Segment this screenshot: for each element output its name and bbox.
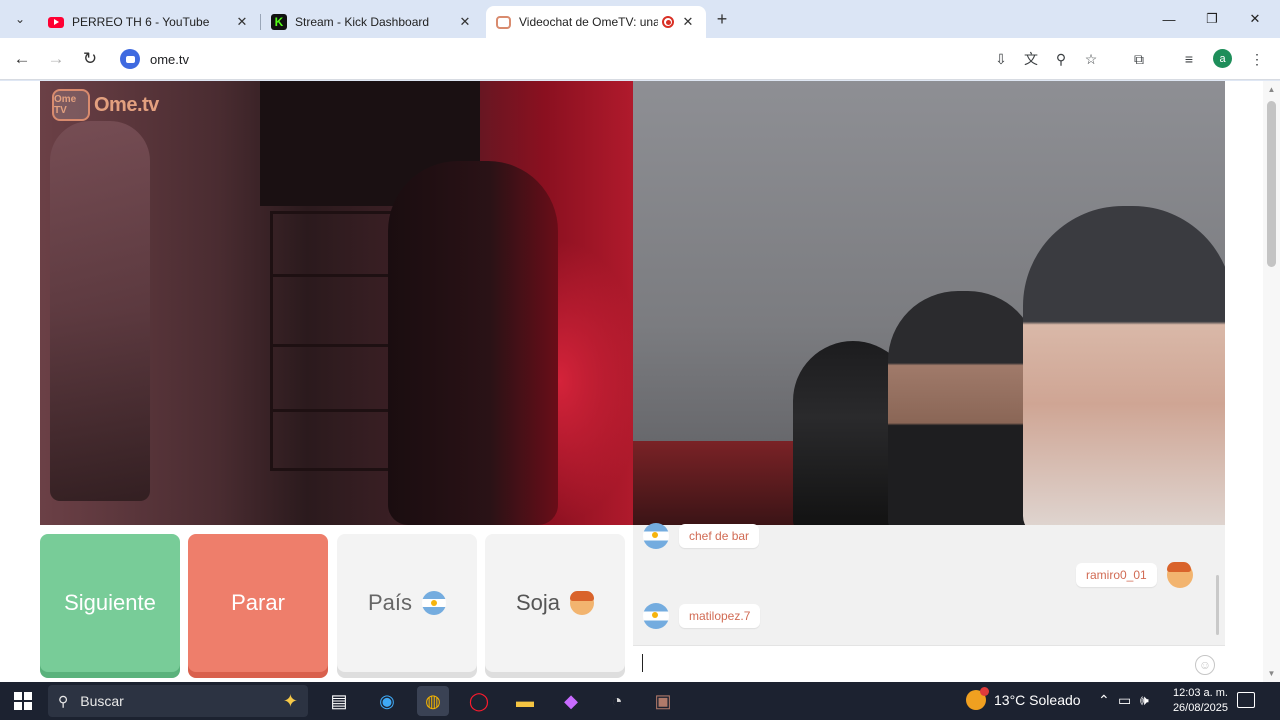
page-content: Ome TV Ome.tv Siguiente Parar País Soja … — [0, 81, 1280, 682]
country-filter-button[interactable]: País — [337, 534, 477, 672]
edge-icon[interactable]: ◉ — [371, 686, 403, 716]
chat-message: chef de bar — [643, 523, 760, 549]
bookmark-star-icon[interactable]: ☆ — [1080, 48, 1102, 70]
tab-kick[interactable]: K Stream - Kick Dashboard ✕ — [261, 6, 483, 38]
chat-message: matilopez.7 — [643, 603, 761, 629]
chrome-icon[interactable]: ◍ — [417, 686, 449, 716]
address-bar[interactable]: ome.tv — [112, 43, 972, 75]
opera-icon[interactable]: ◯ — [463, 686, 495, 716]
clock[interactable]: 12:03 a. m. 26/08/2025 — [1160, 686, 1228, 716]
chevron-up-icon[interactable]: ⌃ — [1098, 692, 1110, 709]
site-info-icon[interactable] — [120, 49, 140, 69]
network-icon[interactable]: ▭ — [1118, 692, 1131, 709]
file-explorer-icon[interactable]: ▬ — [509, 686, 541, 716]
new-tab-icon[interactable]: + — [712, 9, 732, 29]
video-scene — [888, 291, 1038, 525]
chat-username: matilopez.7 — [679, 604, 761, 628]
minimize-icon[interactable]: — — [1154, 8, 1184, 30]
weather-text: 13°C Soleado — [994, 692, 1081, 708]
boy-emoji-icon — [1166, 562, 1193, 588]
taskbar: ⚲ Buscar ✦ ▤ ◉ ◍ ◯ ▬ ◆ ◔ ▣ 13°C Soleado … — [0, 682, 1280, 720]
url-text: ome.tv — [150, 51, 190, 67]
scrollbar-thumb[interactable] — [1267, 101, 1276, 267]
media-controls-icon[interactable]: ≡ — [1178, 48, 1200, 70]
scroll-down-icon[interactable]: ▼ — [1267, 669, 1276, 679]
obs-icon[interactable]: ◔ — [601, 686, 633, 716]
argentina-flag-icon — [643, 603, 669, 629]
window-close-icon[interactable]: ✕ — [1240, 8, 1270, 30]
ometv-logo: Ome TV Ome.tv — [52, 89, 159, 121]
tab-title: PERREO TH 6 - YouTube — [72, 15, 210, 29]
volume-icon[interactable]: 🕪 — [1140, 692, 1149, 709]
gender-button-label: Soja — [515, 590, 561, 615]
notifications-icon[interactable] — [1237, 692, 1255, 708]
search-icon: ⚲ — [58, 692, 69, 709]
sun-icon — [966, 687, 989, 710]
chat-message: ramiro0_01 — [1076, 562, 1193, 588]
video-scene — [1023, 206, 1225, 525]
boy-emoji-icon — [570, 591, 595, 615]
tab-ometv[interactable]: Videochat de OmeTV: una a ✕ — [486, 6, 706, 38]
remote-video — [633, 81, 1225, 525]
next-button-label: Siguiente — [64, 590, 156, 615]
chat-username: ramiro0_01 — [1076, 563, 1157, 587]
more-menu-icon[interactable]: ⋮ — [1246, 48, 1268, 70]
tab-search-chevron-icon[interactable]: ⌄ — [8, 7, 32, 31]
tab-title: Videochat de OmeTV: una a — [519, 15, 658, 29]
close-icon[interactable]: ✕ — [680, 14, 696, 30]
windows-start-icon[interactable] — [14, 692, 32, 710]
kick-icon: K — [271, 14, 287, 30]
page-scrollbar[interactable]: ▲ ▼ — [1263, 81, 1280, 682]
youtube-icon — [48, 16, 64, 28]
chat-input[interactable]: ☺ — [633, 645, 1225, 682]
translate-icon[interactable]: 文 — [1020, 48, 1042, 70]
weather-widget[interactable]: 13°C Soleado — [966, 687, 1081, 710]
recording-icon — [662, 16, 674, 28]
local-video: Ome TV Ome.tv — [40, 81, 633, 525]
tab-strip: ⌄ PERREO TH 6 - YouTube ✕ K Stream - Kic… — [0, 0, 1280, 38]
copilot-icon[interactable]: ◆ — [555, 686, 587, 716]
reload-icon[interactable]: ↻ — [78, 47, 102, 71]
taskbar-search[interactable]: ⚲ Buscar ✦ — [48, 685, 308, 717]
extensions-icon[interactable]: ⧉ — [1128, 48, 1150, 70]
next-button[interactable]: Siguiente — [40, 534, 180, 672]
chat-username: chef de bar — [679, 524, 760, 548]
country-button-label: País — [367, 590, 413, 615]
install-app-icon[interactable]: ⇩ — [990, 48, 1012, 70]
video-scene — [50, 121, 150, 501]
restore-icon[interactable]: ❐ — [1197, 8, 1227, 30]
ometv-icon — [496, 15, 511, 29]
ometv-logo-badge: Ome TV — [52, 89, 90, 121]
stop-button-label: Parar — [231, 590, 285, 615]
zoom-icon[interactable]: ⚲ — [1050, 48, 1072, 70]
chat-panel: chef de bar ramiro0_01 matilopez.7 ☺ — [633, 523, 1225, 682]
search-placeholder: Buscar — [80, 693, 124, 709]
tab-youtube[interactable]: PERREO TH 6 - YouTube ✕ — [38, 6, 260, 38]
chat-scrollbar[interactable] — [1216, 575, 1219, 635]
clock-time: 12:03 a. m. — [1172, 687, 1228, 699]
back-icon[interactable]: ← — [10, 47, 34, 71]
browser-toolbar: ← → ↻ ome.tv ⇩ 文 ⚲ ☆ ⧉ ≡ a ⋮ — [0, 38, 1280, 80]
task-view-icon[interactable]: ▤ — [323, 686, 355, 716]
profile-avatar[interactable]: a — [1213, 49, 1232, 68]
photos-app-icon[interactable]: ▣ — [647, 686, 679, 716]
text-caret — [642, 654, 643, 672]
emoji-icon[interactable]: ☺ — [1195, 655, 1215, 675]
argentina-flag-icon — [643, 523, 669, 549]
ometv-logo-text: Ome.tv — [94, 93, 159, 116]
stop-button[interactable]: Parar — [188, 534, 328, 672]
gender-filter-button[interactable]: Soja — [485, 534, 625, 672]
copilot-sparkle-icon: ✦ — [282, 691, 298, 711]
tab-title: Stream - Kick Dashboard — [295, 15, 430, 29]
forward-icon[interactable]: → — [44, 47, 68, 71]
close-icon[interactable]: ✕ — [457, 14, 473, 30]
scroll-up-icon[interactable]: ▲ — [1267, 85, 1276, 95]
clock-date: 26/08/2025 — [1172, 702, 1228, 714]
video-scene — [388, 161, 558, 525]
close-icon[interactable]: ✕ — [234, 14, 250, 30]
argentina-flag-icon — [422, 591, 447, 615]
